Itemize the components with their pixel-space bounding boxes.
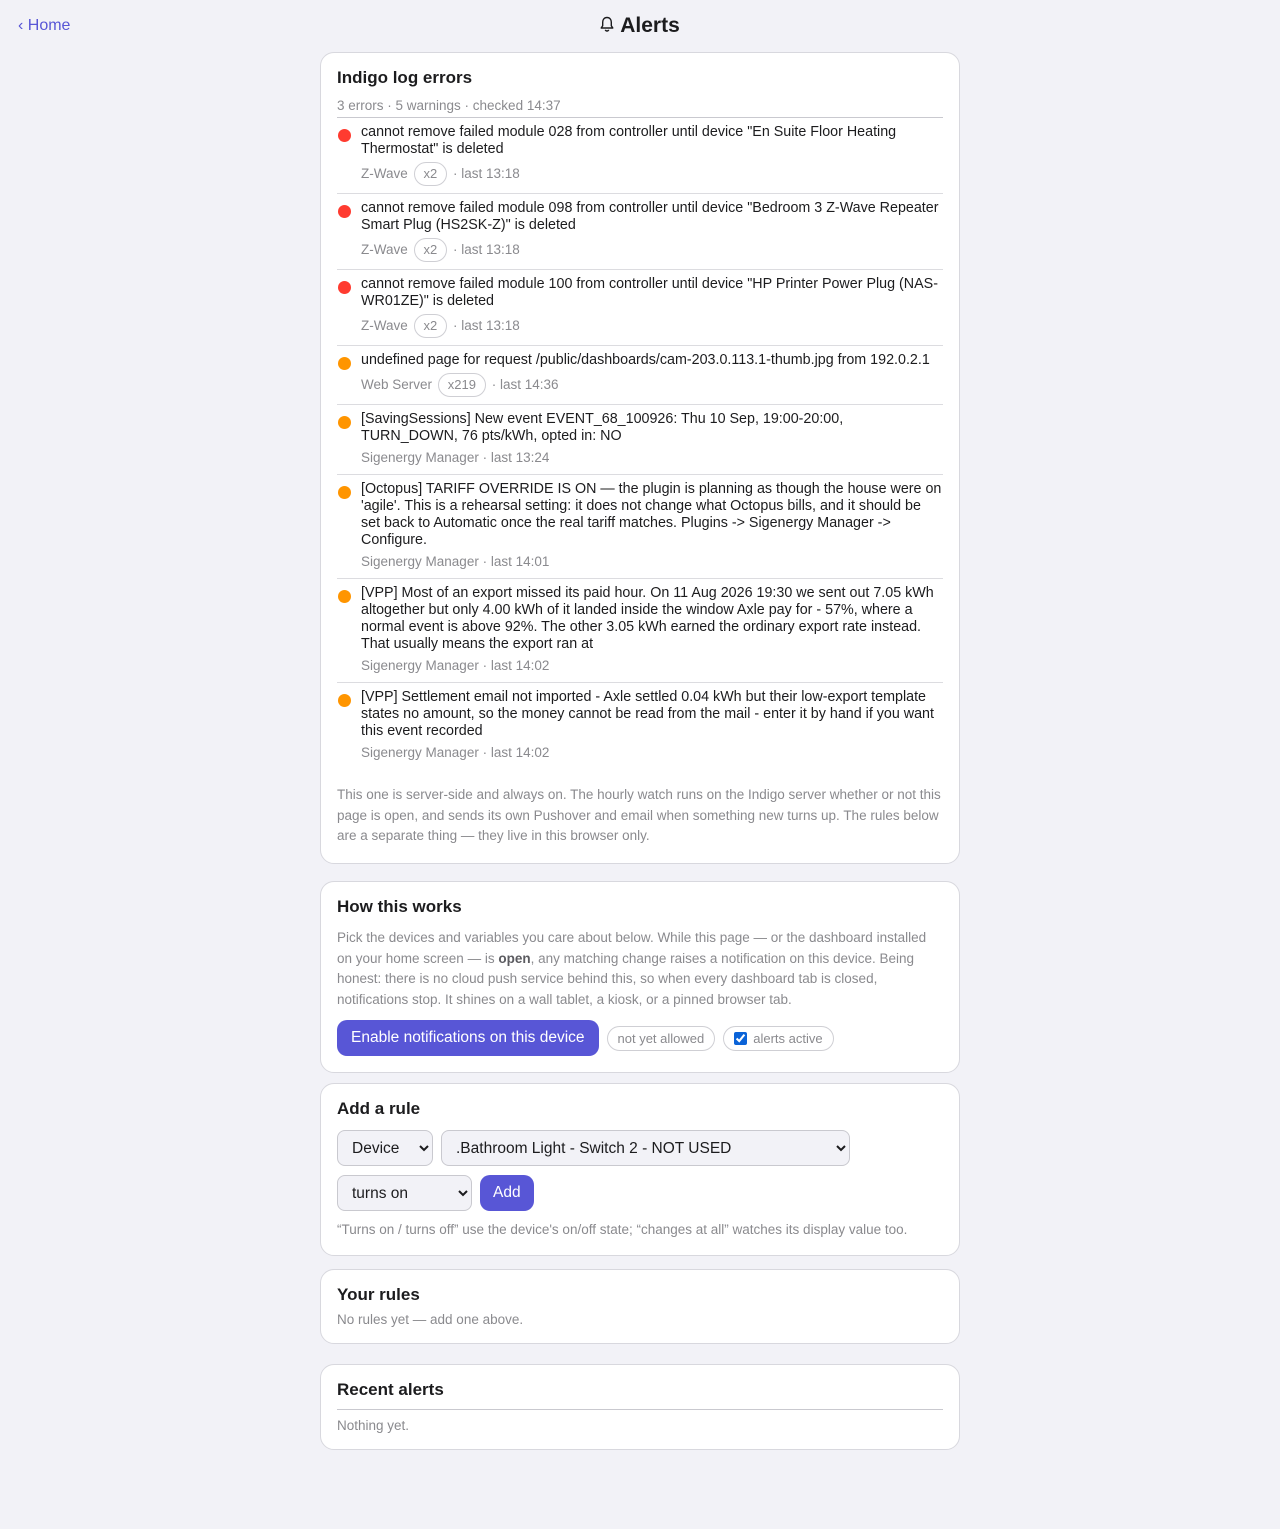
log-message: cannot remove failed module 100 from con… [361, 276, 938, 309]
log-item: cannot remove failed module 028 from con… [337, 118, 943, 194]
log-source: Sigenergy Manager [361, 745, 479, 760]
log-count-badge: x219 [437, 373, 486, 397]
warning-dot-icon [338, 416, 351, 429]
add-rule-button[interactable]: Add [480, 1175, 534, 1211]
log-item: cannot remove failed module 100 from con… [337, 270, 943, 346]
recent-alerts-card: Recent alerts Nothing yet. [320, 1364, 960, 1450]
alerts-active-label: alerts active [753, 1030, 823, 1046]
log-last-seen: · last 13:18 [453, 242, 520, 257]
log-count-badge: x2 [413, 314, 448, 338]
permission-status-badge: not yet allowed [606, 1025, 716, 1051]
how-text-bold: open [498, 950, 531, 966]
log-message: undefined page for request /public/dashb… [361, 352, 930, 368]
recent-empty-text: Nothing yet. [337, 1418, 410, 1433]
log-last-seen: · last 14:02 [482, 745, 550, 760]
log-item: undefined page for request /public/dashb… [337, 346, 943, 405]
divider [337, 1409, 943, 1410]
log-meta: Sigenergy Manager · last 14:02 [361, 657, 943, 675]
log-last-seen: · last 13:24 [482, 450, 550, 465]
log-source: Web Server [361, 377, 433, 392]
log-source: Z-Wave [361, 242, 408, 257]
log-source: Z-Wave [361, 318, 408, 333]
how-it-works-title: How this works [337, 897, 462, 916]
log-message: [VPP] Settlement email not imported - Ax… [361, 689, 934, 739]
alerts-active-toggle[interactable]: alerts active [723, 1025, 834, 1051]
add-rule-title: Add a rule [337, 1099, 421, 1118]
log-message: [SavingSessions] New event EVENT_68_1009… [361, 411, 844, 444]
log-last-seen: · last 13:18 [453, 166, 520, 181]
log-message: [VPP] Most of an export missed its paid … [361, 585, 934, 652]
error-dot-icon [338, 129, 351, 142]
warning-dot-icon [338, 357, 351, 370]
log-last-seen: · last 13:18 [453, 318, 520, 333]
log-item: [VPP] Settlement email not imported - Ax… [337, 683, 943, 769]
log-item: [VPP] Most of an export missed its paid … [337, 579, 943, 683]
rule-target-select[interactable]: .Bathroom Light - Switch 2 - NOT USED [441, 1130, 850, 1166]
rule-type-select[interactable]: Device [337, 1130, 433, 1166]
log-source: Sigenergy Manager [361, 450, 479, 465]
add-rule-card: Add a rule Device .Bathroom Light - Swit… [320, 1083, 960, 1256]
log-meta: Z-Wave x2 · last 13:18 [361, 314, 943, 338]
log-summary: 3 errors · 5 warnings · checked 14:37 [337, 97, 943, 118]
your-rules-title: Your rules [337, 1285, 420, 1304]
log-list: cannot remove failed module 028 from con… [337, 118, 943, 769]
your-rules-card: Your rules No rules yet — add one above. [320, 1269, 960, 1344]
error-dot-icon [338, 281, 351, 294]
log-last-seen: · last 14:02 [482, 658, 550, 673]
log-source: Z-Wave [361, 166, 408, 181]
how-it-works-card: How this works Pick the devices and vari… [320, 881, 960, 1073]
log-footnote: This one is server-side and always on. T… [337, 787, 941, 843]
rule-condition-select[interactable]: turns on [337, 1175, 472, 1211]
warning-dot-icon [338, 486, 351, 499]
log-meta: Sigenergy Manager · last 14:01 [361, 553, 943, 571]
log-errors-title: Indigo log errors [337, 68, 473, 87]
warning-dot-icon [338, 694, 351, 707]
log-message: cannot remove failed module 028 from con… [361, 124, 897, 157]
rules-empty-text: No rules yet — add one above. [337, 1312, 524, 1327]
page-title-text: Alerts [620, 14, 680, 37]
log-errors-card: Indigo log errors 3 errors · 5 warnings … [320, 52, 960, 864]
error-dot-icon [338, 205, 351, 218]
enable-notifications-button[interactable]: Enable notifications on this device [337, 1020, 599, 1056]
log-meta: Z-Wave x2 · last 13:18 [361, 238, 943, 262]
log-meta: Sigenergy Manager · last 14:02 [361, 744, 943, 762]
log-count-badge: x2 [413, 162, 448, 186]
recent-alerts-title: Recent alerts [337, 1380, 444, 1399]
warning-dot-icon [338, 590, 351, 603]
log-meta: Sigenergy Manager · last 13:24 [361, 449, 943, 467]
add-rule-hint: “Turns on / turns off” use the device's … [337, 1222, 908, 1237]
log-source: Sigenergy Manager [361, 658, 479, 673]
log-source: Sigenergy Manager [361, 554, 479, 569]
how-it-works-text: Pick the devices and variables you care … [337, 928, 943, 1010]
log-count-badge: x2 [413, 238, 448, 262]
log-last-seen: · last 14:36 [491, 377, 559, 392]
alerts-active-checkbox[interactable] [734, 1031, 748, 1045]
log-item: cannot remove failed module 098 from con… [337, 194, 943, 270]
log-meta: Z-Wave x2 · last 13:18 [361, 162, 943, 186]
page-title: Alerts [0, 14, 1280, 38]
log-last-seen: · last 14:01 [482, 554, 550, 569]
log-item: [SavingSessions] New event EVENT_68_1009… [337, 405, 943, 475]
log-message: cannot remove failed module 098 from con… [361, 200, 939, 233]
log-item: [Octopus] TARIFF OVERRIDE IS ON — the pl… [337, 475, 943, 579]
log-message: [Octopus] TARIFF OVERRIDE IS ON — the pl… [361, 481, 942, 548]
log-meta: Web Server x219 · last 14:36 [361, 373, 943, 397]
bell-icon [600, 14, 620, 37]
